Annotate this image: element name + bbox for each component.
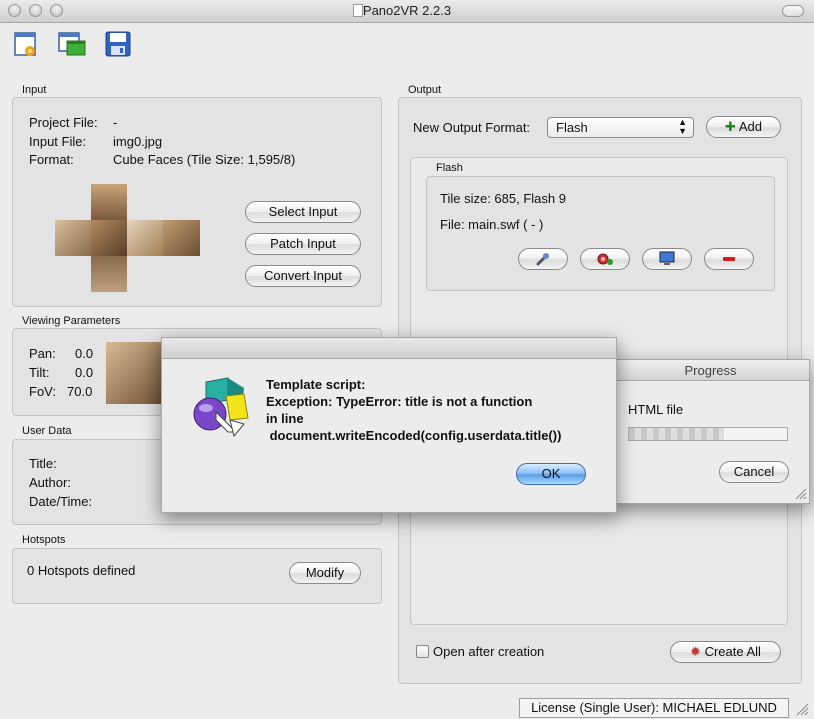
- popup-arrows-icon: ▲ ▼: [678, 117, 687, 136]
- progress-dialog: Progress HTML file Cancel: [611, 359, 810, 504]
- input-file-value: img0.jpg: [113, 134, 163, 149]
- format-label: Format:: [29, 152, 74, 167]
- alert-dialog: Template script: Exception: TypeError: t…: [161, 337, 617, 513]
- remove-icon: [723, 257, 735, 261]
- hotspots-count: 0 Hotspots defined: [27, 563, 136, 578]
- modify-hotspots-button[interactable]: Modify: [289, 562, 361, 584]
- add-icon: ✚: [725, 119, 736, 134]
- open-after-creation-label: Open after creation: [433, 644, 545, 659]
- gear-icon: [597, 253, 613, 265]
- open-after-creation-checkbox[interactable]: [416, 645, 429, 658]
- progress-bar-fill: [629, 428, 724, 440]
- tilt-value: 0.0: [75, 365, 94, 380]
- format-value: Cube Faces (Tile Size: 1,595/8): [113, 152, 296, 167]
- project-file-value: -: [113, 115, 118, 130]
- license-label: License (Single User): MICHAEL EDLUND: [519, 698, 789, 718]
- flash-file: File: main.swf ( - ): [440, 217, 544, 232]
- progress-cancel-button[interactable]: Cancel: [719, 461, 789, 483]
- create-all-label: Create All: [704, 644, 761, 659]
- cube-faces-preview: [55, 184, 200, 292]
- patch-input-button[interactable]: Patch Input: [245, 233, 361, 255]
- hotspots-section-label: Hotspots: [22, 534, 66, 546]
- progress-bar: [628, 427, 788, 441]
- output-format-value: Flash: [556, 120, 588, 135]
- flash-settings-button[interactable]: [518, 248, 568, 270]
- fov-value: 70.0: [67, 384, 93, 399]
- input-section-label: Input: [22, 84, 47, 96]
- output-section-label: Output: [408, 84, 442, 96]
- window-title: Pano2VR 2.2.3: [362, 3, 452, 18]
- alert-line-3: in line: [266, 411, 304, 426]
- alert-ok-button[interactable]: OK: [516, 463, 586, 485]
- save-icon[interactable]: [104, 30, 132, 58]
- new-output-format-label: New Output Format:: [413, 120, 531, 135]
- wrench-icon: [536, 253, 549, 266]
- resize-grip-icon[interactable]: [795, 488, 807, 500]
- input-file-label: Input File:: [29, 134, 87, 149]
- alert-titlebar: [162, 338, 616, 359]
- flash-generate-button[interactable]: [580, 248, 630, 270]
- application-icon: [186, 374, 252, 440]
- alert-message: Template script: Exception: TypeError: t…: [266, 376, 561, 444]
- view-preview-thumbnail[interactable]: [106, 342, 164, 404]
- output-format-select[interactable]: Flash ▲ ▼: [547, 117, 694, 138]
- flash-tile-size: Tile size: 685, Flash 9: [440, 191, 566, 206]
- pan-label: Pan:: [29, 346, 56, 361]
- progress-file-label: HTML file: [628, 402, 684, 417]
- alert-line-4: document.writeEncoded(config.userdata.ti…: [266, 428, 562, 443]
- fov-label: FoV:: [29, 384, 56, 399]
- project-file-label: Project File:: [29, 115, 98, 130]
- add-output-button[interactable]: ✚ Add: [706, 116, 781, 138]
- create-all-button[interactable]: ✹ Create All: [670, 641, 781, 663]
- datetime-label: Date/Time:: [29, 494, 93, 509]
- pan-value: 0.0: [75, 346, 94, 361]
- alert-line-2: Exception: TypeError: title is not a fun…: [266, 394, 533, 409]
- resize-grip-icon[interactable]: [795, 702, 809, 716]
- tilt-label: Tilt:: [29, 365, 50, 380]
- add-label: Add: [738, 119, 762, 134]
- toolbar-toggle-button[interactable]: [782, 5, 804, 17]
- user-data-section-label: User Data: [22, 425, 72, 437]
- new-project-icon[interactable]: [12, 30, 40, 58]
- flash-preview-button[interactable]: [642, 248, 692, 270]
- select-input-button[interactable]: Select Input: [245, 201, 361, 223]
- flash-remove-button[interactable]: [704, 248, 754, 270]
- gear-icon: ✹: [690, 644, 701, 659]
- progress-title: Progress: [684, 363, 737, 378]
- open-project-icon[interactable]: [57, 30, 86, 58]
- monitor-icon: [659, 251, 675, 265]
- alert-line-1: Template script:: [266, 377, 366, 392]
- viewing-section-label: Viewing Parameters: [22, 315, 121, 327]
- author-label: Author:: [29, 475, 71, 490]
- title-label: Title:: [29, 456, 57, 471]
- convert-input-button[interactable]: Convert Input: [245, 265, 361, 287]
- flash-output-label: Flash: [436, 162, 463, 174]
